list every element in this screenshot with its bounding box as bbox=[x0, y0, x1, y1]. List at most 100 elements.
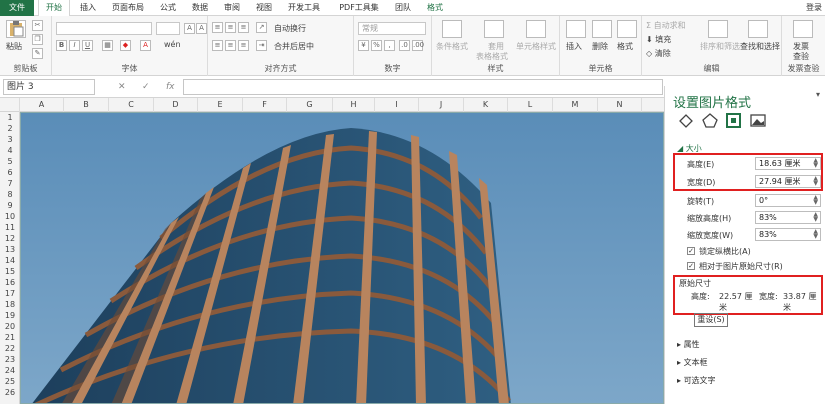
fill-button[interactable]: ⬇ 填充 bbox=[646, 34, 671, 45]
enter-icon[interactable]: ✓ bbox=[142, 79, 150, 95]
row-header[interactable]: 11 bbox=[0, 222, 20, 233]
login-link[interactable]: 登录 bbox=[806, 0, 822, 16]
row-header[interactable]: 4 bbox=[0, 145, 20, 156]
column-header[interactable]: D bbox=[154, 98, 198, 112]
align-bottom-icon[interactable]: ≡ bbox=[238, 22, 249, 33]
find-select-button[interactable]: 查找和选择 bbox=[740, 41, 780, 52]
row-header[interactable]: 5 bbox=[0, 156, 20, 167]
conditional-format-button[interactable]: 条件格式 bbox=[436, 41, 468, 52]
insert-cells-button[interactable]: 插入 bbox=[566, 41, 582, 52]
tab-data[interactable]: 数据 bbox=[186, 0, 214, 16]
column-header[interactable]: M bbox=[553, 98, 598, 112]
align-right-icon[interactable]: ≡ bbox=[238, 40, 249, 51]
tab-view[interactable]: 视图 bbox=[250, 0, 278, 16]
rotation-field[interactable]: 0° ▲ ▼ bbox=[755, 194, 821, 207]
relative-original-checkbox[interactable]: ✓ bbox=[687, 262, 695, 270]
row-header[interactable]: 3 bbox=[0, 134, 20, 145]
scale-height-spinner[interactable]: ▲ ▼ bbox=[813, 212, 818, 223]
formula-input[interactable] bbox=[183, 79, 663, 95]
comma-icon[interactable]: , bbox=[384, 40, 395, 51]
scale-width-spinner[interactable]: ▲ ▼ bbox=[813, 229, 818, 240]
column-header[interactable]: F bbox=[243, 98, 287, 112]
clear-button[interactable]: ◇ 清除 bbox=[646, 48, 671, 59]
row-header[interactable]: 19 bbox=[0, 310, 20, 321]
column-header[interactable]: L bbox=[508, 98, 553, 112]
tab-formulas[interactable]: 公式 bbox=[154, 0, 182, 16]
sort-filter-button[interactable]: 排序和筛选 bbox=[700, 41, 740, 52]
scale-width-field[interactable]: 83% ▲ ▼ bbox=[755, 228, 821, 241]
font-name-combo[interactable] bbox=[56, 22, 152, 35]
row-header[interactable]: 18 bbox=[0, 299, 20, 310]
underline-button[interactable]: U bbox=[82, 40, 93, 51]
column-header[interactable]: N bbox=[598, 98, 642, 112]
tab-pdf-tools[interactable]: PDF工具集 bbox=[332, 0, 386, 16]
cut-icon[interactable]: ✂ bbox=[32, 20, 43, 31]
phonetic-button[interactable]: wén bbox=[164, 40, 181, 49]
picture-icon[interactable] bbox=[749, 112, 767, 128]
section-textbox[interactable]: ▸ 文本框 bbox=[677, 357, 708, 368]
row-header[interactable]: 8 bbox=[0, 189, 20, 200]
row-header[interactable]: 1 bbox=[0, 112, 20, 123]
row-header[interactable]: 13 bbox=[0, 244, 20, 255]
tab-insert[interactable]: 插入 bbox=[74, 0, 102, 16]
column-header[interactable]: B bbox=[64, 98, 109, 112]
align-top-icon[interactable]: ≡ bbox=[212, 22, 223, 33]
row-header[interactable]: 24 bbox=[0, 365, 20, 376]
tab-review[interactable]: 审阅 bbox=[218, 0, 246, 16]
row-header[interactable]: 7 bbox=[0, 178, 20, 189]
section-properties[interactable]: ▸ 属性 bbox=[677, 339, 700, 350]
worksheet-grid[interactable]: A B C D E F G H I J K L M N 1 2 3 4 5 6 … bbox=[0, 98, 664, 404]
tab-home[interactable]: 开始 bbox=[38, 0, 70, 17]
row-header[interactable]: 16 bbox=[0, 277, 20, 288]
decrease-decimal-icon[interactable]: .00 bbox=[412, 40, 424, 51]
tab-format[interactable]: 格式 bbox=[420, 0, 450, 16]
delete-cells-button[interactable]: 删除 bbox=[592, 41, 608, 52]
shrink-font-icon[interactable]: A bbox=[196, 23, 207, 34]
lock-aspect-checkbox[interactable]: ✓ bbox=[687, 247, 695, 255]
select-all-corner[interactable] bbox=[0, 98, 20, 112]
row-header[interactable]: 20 bbox=[0, 321, 20, 332]
currency-icon[interactable]: ¥ bbox=[358, 40, 369, 51]
section-alt-text[interactable]: ▸ 可选文字 bbox=[677, 375, 716, 386]
reset-button[interactable]: 重设(S) bbox=[694, 313, 728, 327]
paste-button[interactable]: 粘贴 bbox=[6, 41, 22, 52]
tab-page-layout[interactable]: 页面布局 bbox=[106, 0, 150, 16]
grow-font-icon[interactable]: A bbox=[184, 23, 195, 34]
format-painter-icon[interactable]: ✎ bbox=[32, 48, 43, 59]
row-header[interactable]: 10 bbox=[0, 211, 20, 222]
tab-team[interactable]: 团队 bbox=[390, 0, 416, 16]
border-icon[interactable]: ▦ bbox=[102, 40, 113, 51]
bold-button[interactable]: B bbox=[56, 40, 67, 51]
pane-options-icon[interactable]: ▾ bbox=[816, 90, 820, 99]
row-header[interactable]: 23 bbox=[0, 354, 20, 365]
italic-button[interactable]: I bbox=[69, 40, 80, 51]
fill-color-icon[interactable]: ◆ bbox=[120, 40, 131, 51]
scale-height-field[interactable]: 83% ▲ ▼ bbox=[755, 211, 821, 224]
percent-icon[interactable]: % bbox=[371, 40, 382, 51]
cell-styles-button[interactable]: 单元格样式 bbox=[516, 41, 556, 52]
rotation-spinner[interactable]: ▲ ▼ bbox=[813, 195, 818, 206]
column-header[interactable]: E bbox=[198, 98, 243, 112]
font-color-icon[interactable]: A bbox=[140, 40, 151, 51]
row-header[interactable]: 22 bbox=[0, 343, 20, 354]
row-header[interactable]: 9 bbox=[0, 200, 20, 211]
row-header[interactable]: 2 bbox=[0, 123, 20, 134]
autosum-button[interactable]: Σ 自动求和 bbox=[646, 20, 686, 31]
increase-decimal-icon[interactable]: .0 bbox=[399, 40, 410, 51]
align-middle-icon[interactable]: ≡ bbox=[225, 22, 236, 33]
format-table-button-line2[interactable]: 表格格式 bbox=[476, 51, 508, 62]
name-box[interactable]: 图片 3 bbox=[3, 79, 95, 95]
column-header[interactable]: A bbox=[20, 98, 64, 112]
row-header[interactable]: 15 bbox=[0, 266, 20, 277]
tab-file[interactable]: 文件 bbox=[0, 0, 34, 16]
insert-function-icon[interactable]: fx bbox=[166, 79, 175, 95]
row-header[interactable]: 21 bbox=[0, 332, 20, 343]
row-header[interactable]: 25 bbox=[0, 376, 20, 387]
row-header[interactable]: 26 bbox=[0, 387, 20, 398]
column-header[interactable]: K bbox=[464, 98, 508, 112]
indent-icon[interactable]: ⇥ bbox=[256, 40, 267, 51]
column-header[interactable]: C bbox=[109, 98, 154, 112]
column-header[interactable]: J bbox=[419, 98, 464, 112]
column-header[interactable]: G bbox=[287, 98, 333, 112]
column-header[interactable]: H bbox=[333, 98, 375, 112]
